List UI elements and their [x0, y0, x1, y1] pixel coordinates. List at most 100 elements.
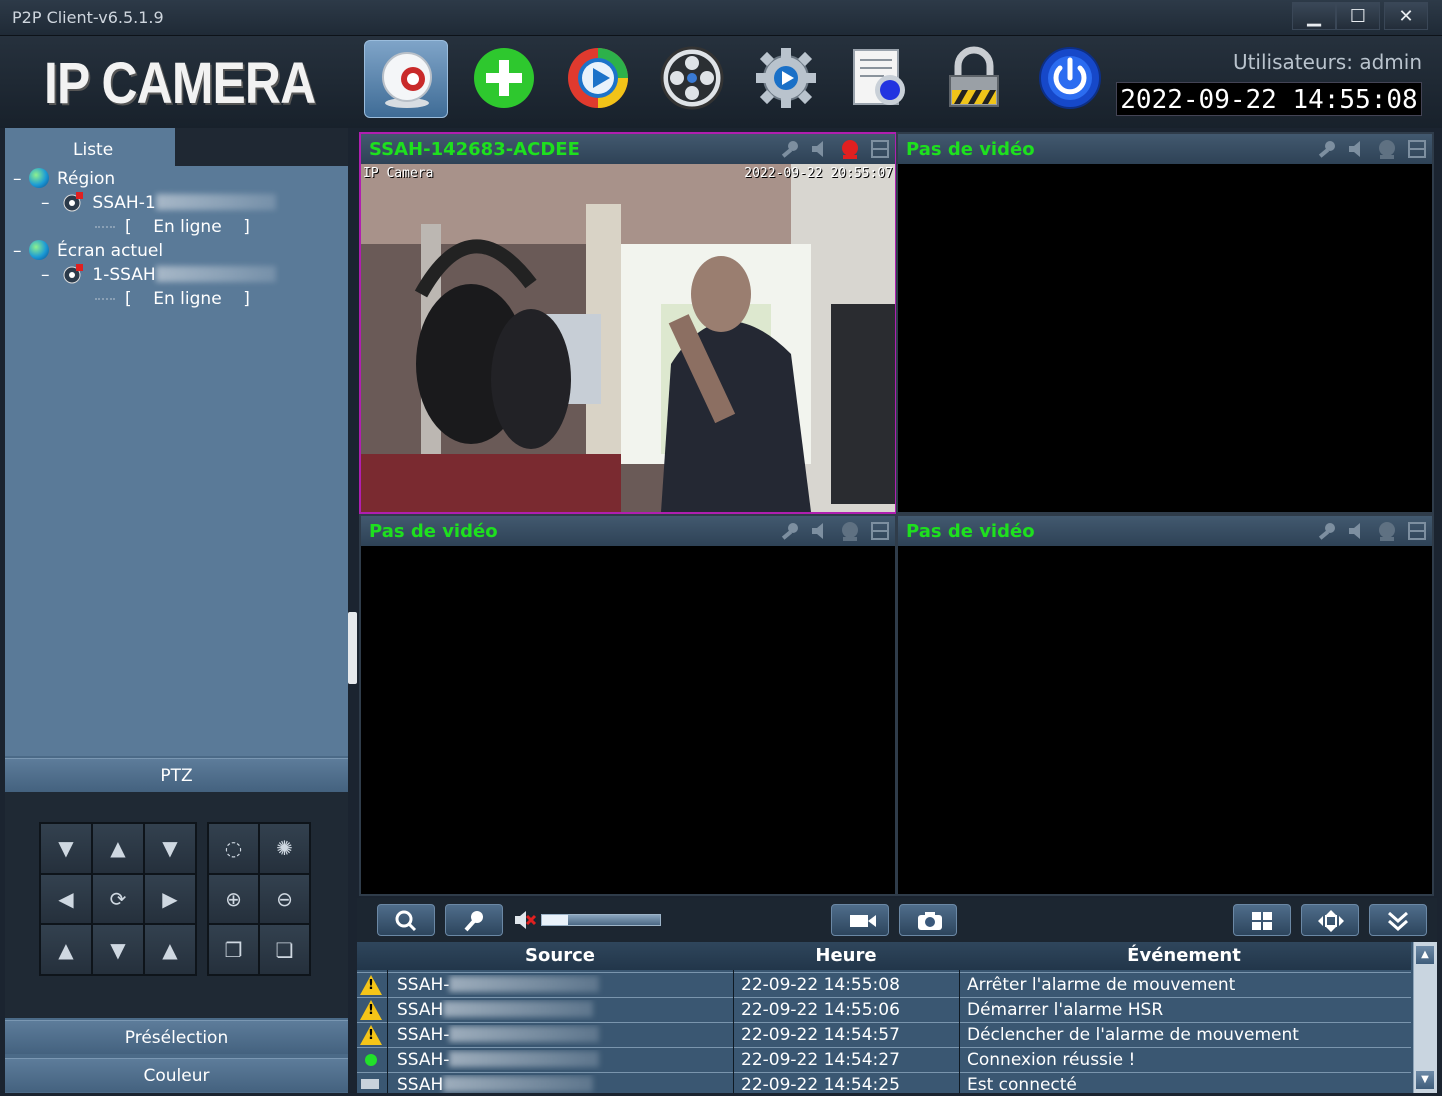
color-section-header[interactable]: Couleur: [5, 1058, 348, 1092]
ptz-reset-button[interactable]: ⟳: [93, 874, 143, 924]
collapse-icon[interactable]: –: [13, 168, 29, 190]
fullscreen-button[interactable]: [1301, 904, 1359, 936]
tree-label: 1-SSAH: [92, 265, 156, 285]
row-source: SSAH-: [397, 1025, 727, 1045]
tab-list[interactable]: Liste: [5, 128, 175, 166]
audio-icon[interactable]: [809, 138, 831, 160]
ptz-up-button[interactable]: ▲: [93, 824, 143, 873]
collapse-icon[interactable]: –: [13, 240, 29, 262]
layout-grid-button[interactable]: [1233, 904, 1291, 936]
row-time: 22-09-22 14:55:08: [741, 975, 900, 995]
zoom-out-button[interactable]: ⊖: [260, 874, 309, 924]
camera-scene: [361, 164, 895, 512]
maximize-button[interactable]: ☐: [1336, 2, 1380, 30]
scroll-up-arrow-icon[interactable]: ▲: [1416, 946, 1434, 964]
lock-icon: [949, 46, 999, 107]
fullscreen-icon[interactable]: [869, 520, 891, 542]
close-button[interactable]: ✕: [1384, 2, 1428, 30]
live-video-feed[interactable]: IP Camera 2022-09-22 20:55:07: [361, 164, 895, 512]
row-source: SSAH-: [397, 1050, 727, 1070]
mute-icon[interactable]: [513, 908, 537, 932]
talk-icon[interactable]: [1316, 138, 1338, 160]
ptz-down-left-button[interactable]: ▲: [41, 925, 91, 974]
ptz-up-right-button[interactable]: ▼: [145, 824, 195, 873]
collapse-events-button[interactable]: [1369, 904, 1427, 936]
column-event[interactable]: Événement: [959, 945, 1409, 966]
tree-device-2[interactable]: – 1-SSAH: [41, 264, 276, 286]
record-icon[interactable]: [1376, 520, 1398, 542]
audio-icon[interactable]: [1346, 138, 1368, 160]
zoom-button[interactable]: [377, 904, 435, 936]
row-time: 22-09-22 14:54:27: [741, 1050, 900, 1070]
talk-icon[interactable]: [1316, 520, 1338, 542]
event-table-header: Source Heure Événement: [357, 942, 1411, 970]
panel-collapse-handle[interactable]: [348, 612, 357, 684]
table-row[interactable]: SSAH- 22-09-22 14:54:27 Connexion réussi…: [357, 1047, 1411, 1072]
live-view-button[interactable]: [364, 40, 448, 118]
ptz-left-button[interactable]: ◀: [41, 874, 91, 924]
ptz-right-button[interactable]: ▶: [145, 874, 195, 924]
cell-title: Pas de vidéo: [906, 521, 1035, 542]
record-icon[interactable]: [839, 520, 861, 542]
ptz-control-button[interactable]: [650, 40, 734, 118]
volume-slider[interactable]: [541, 914, 661, 926]
column-source[interactable]: Source: [387, 945, 733, 966]
playback-button[interactable]: [556, 40, 640, 118]
preset-section-header[interactable]: Présélection: [5, 1020, 348, 1054]
ptz-up-left-button[interactable]: ▼: [41, 824, 91, 873]
fullscreen-icon[interactable]: [869, 138, 891, 160]
talk-icon[interactable]: [779, 138, 801, 160]
collapse-icon[interactable]: –: [41, 264, 57, 286]
table-row[interactable]: SSAH 22-09-22 14:54:25 Est connecté: [357, 1072, 1411, 1093]
focus-near-button[interactable]: ❐: [209, 925, 258, 974]
ptz-direction-pad: ▼ ▲ ▼ ◀ ⟳ ▶ ▲ ▼ ▲: [39, 822, 197, 976]
table-row[interactable]: SSAH- 22-09-22 14:54:57 Déclencher de l'…: [357, 1022, 1411, 1047]
exit-button[interactable]: [1028, 40, 1112, 118]
warning-icon: [360, 975, 382, 995]
collapse-icon[interactable]: –: [41, 192, 57, 214]
snapshot-button[interactable]: [899, 904, 957, 936]
zoom-in-button[interactable]: ⊕: [209, 874, 258, 924]
event-scrollbar[interactable]: ▲ ▼: [1413, 942, 1437, 1093]
row-event: Arrêter l'alarme de mouvement: [967, 975, 1236, 995]
ptz-reel-icon: [660, 46, 724, 110]
video-cell-4[interactable]: Pas de vidéo: [896, 514, 1434, 896]
video-cell-3[interactable]: Pas de vidéo: [359, 514, 897, 896]
ptz-down-right-button[interactable]: ▲: [145, 925, 195, 974]
redacted-text: [449, 1051, 600, 1067]
tree-group-region[interactable]: – Région: [13, 168, 115, 190]
talk-icon[interactable]: [779, 520, 801, 542]
iris-open-button[interactable]: ✺: [260, 824, 309, 873]
camera-device-icon: [63, 192, 84, 212]
log-button[interactable]: [838, 40, 922, 118]
talk-button[interactable]: [445, 904, 503, 936]
focus-far-button[interactable]: ❏: [260, 925, 309, 974]
lock-button[interactable]: [932, 40, 1016, 118]
settings-button[interactable]: [744, 40, 828, 118]
video-grid: SSAH-142683-ACDEE IP Camera 2022-09-22 2…: [357, 128, 1437, 898]
fullscreen-icon[interactable]: [1406, 520, 1428, 542]
video-cell-2[interactable]: Pas de vidéo: [896, 132, 1434, 514]
ptz-down-button[interactable]: ▼: [93, 925, 143, 974]
record-icon[interactable]: [1376, 138, 1398, 160]
audio-icon[interactable]: [809, 520, 831, 542]
iris-close-button[interactable]: ◌: [209, 824, 258, 873]
table-row[interactable]: SSAH- 22-09-22 14:55:08 Arrêter l'alarme…: [357, 972, 1411, 997]
scroll-down-arrow-icon[interactable]: ▼: [1416, 1071, 1434, 1089]
record-icon[interactable]: [839, 138, 861, 160]
globe-icon: [29, 168, 49, 188]
ptz-controls: ▼ ▲ ▼ ◀ ⟳ ▶ ▲ ▼ ▲ ◌ ✺ ⊕ ⊖ ❐ ❏: [5, 792, 348, 1018]
record-video-button[interactable]: [831, 904, 889, 936]
fullscreen-icon[interactable]: [1406, 138, 1428, 160]
minimize-button[interactable]: ▁: [1292, 2, 1336, 30]
window-titlebar: P2P Client-v6.5.1.9 ▁ ☐ ✕: [0, 0, 1442, 36]
tree-device-1[interactable]: – SSAH-1: [41, 192, 276, 214]
video-cell-1[interactable]: SSAH-142683-ACDEE IP Camera 2022-09-22 2…: [359, 132, 897, 514]
add-device-button[interactable]: [462, 40, 546, 118]
ptz-section-header[interactable]: PTZ: [5, 758, 348, 792]
column-time[interactable]: Heure: [733, 945, 959, 966]
redacted-text: [449, 976, 600, 992]
audio-icon[interactable]: [1346, 520, 1368, 542]
table-row[interactable]: SSAH 22-09-22 14:55:06 Démarrer l'alarme…: [357, 997, 1411, 1022]
tree-group-current-screen[interactable]: – Écran actuel: [13, 240, 163, 262]
